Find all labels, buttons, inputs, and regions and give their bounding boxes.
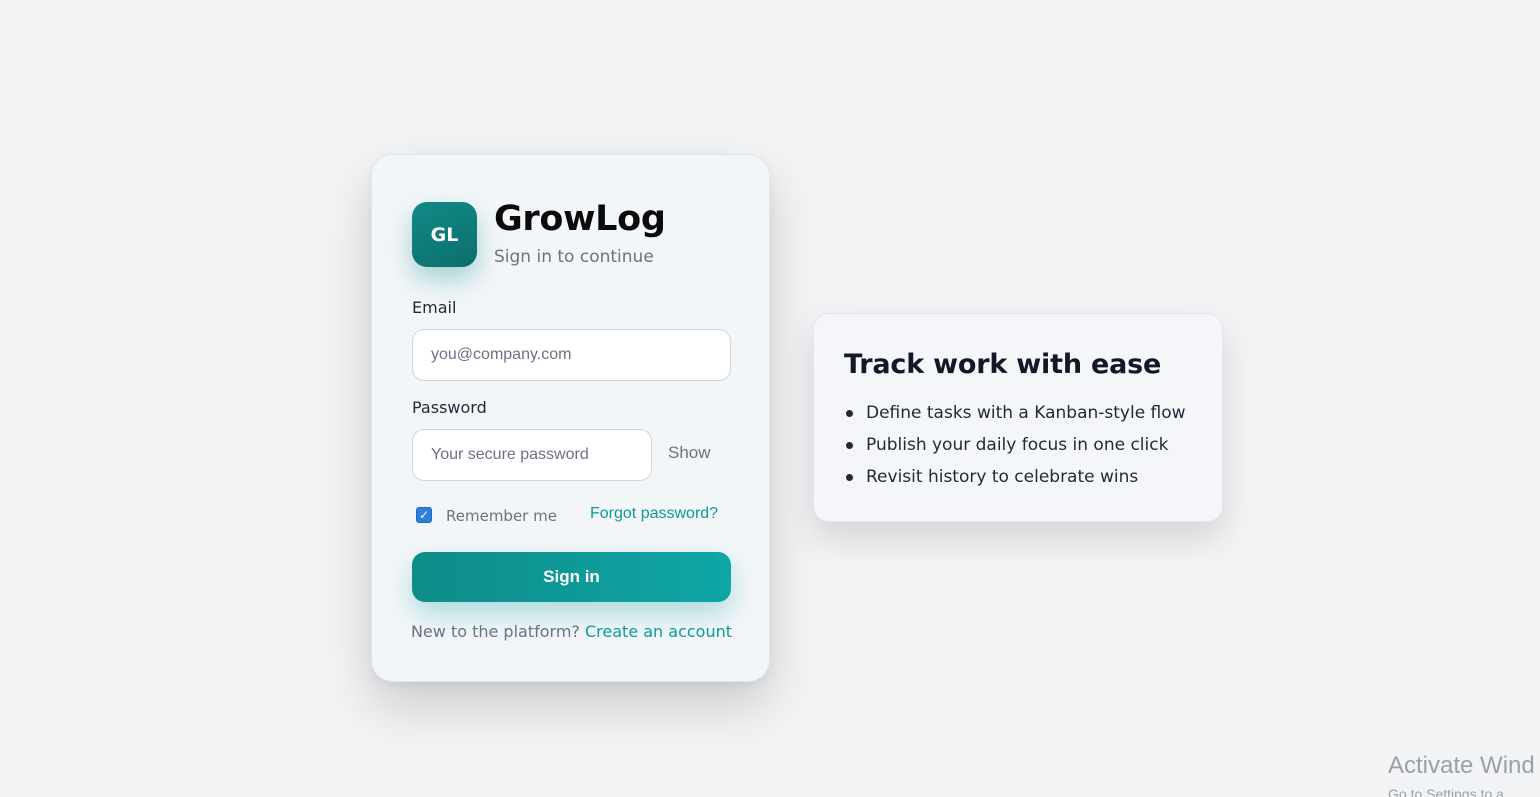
remember-me-row: ✓ Remember me (416, 505, 557, 525)
app-subtitle: Sign in to continue (494, 247, 654, 267)
show-password-button[interactable]: Show (668, 443, 711, 463)
create-account-link[interactable]: Create an account (585, 622, 732, 641)
email-input[interactable] (412, 329, 731, 381)
email-label: Email (412, 298, 457, 317)
signup-prompt-text: New to the platform? (410, 622, 585, 641)
feature-item: Publish your daily focus in one click (844, 433, 1186, 465)
remember-me-checkbox[interactable]: ✓ (416, 507, 432, 523)
logo-initials: GL (430, 223, 459, 246)
feature-card-title: Track work with ease (844, 349, 1162, 380)
checkmark-icon: ✓ (418, 508, 430, 522)
remember-me-label[interactable]: Remember me (446, 507, 557, 525)
password-label: Password (412, 398, 487, 417)
login-card: GL GrowLog Sign in to continue Email Pas… (371, 154, 770, 682)
activation-watermark-subtitle: Go to Settings to a (1388, 786, 1504, 797)
page: GL GrowLog Sign in to continue Email Pas… (0, 0, 1540, 797)
app-title: GrowLog (494, 199, 666, 239)
activation-watermark-title: Activate Wind (1388, 752, 1535, 779)
app-logo: GL (412, 202, 477, 267)
password-input[interactable] (412, 429, 652, 481)
feature-item: Define tasks with a Kanban-style flow (844, 401, 1186, 433)
brand-header: GL GrowLog Sign in to continue (412, 199, 666, 267)
feature-list: Define tasks with a Kanban-style flow Pu… (844, 401, 1186, 497)
brand-text: GrowLog Sign in to continue (494, 199, 666, 267)
feature-item: Revisit history to celebrate wins (844, 465, 1186, 497)
feature-card: Track work with ease Define tasks with a… (813, 313, 1223, 522)
forgot-password-link[interactable]: Forgot password? (590, 505, 718, 523)
signup-prompt: New to the platform? Create an account (372, 622, 771, 641)
sign-in-button[interactable]: Sign in (412, 552, 731, 602)
